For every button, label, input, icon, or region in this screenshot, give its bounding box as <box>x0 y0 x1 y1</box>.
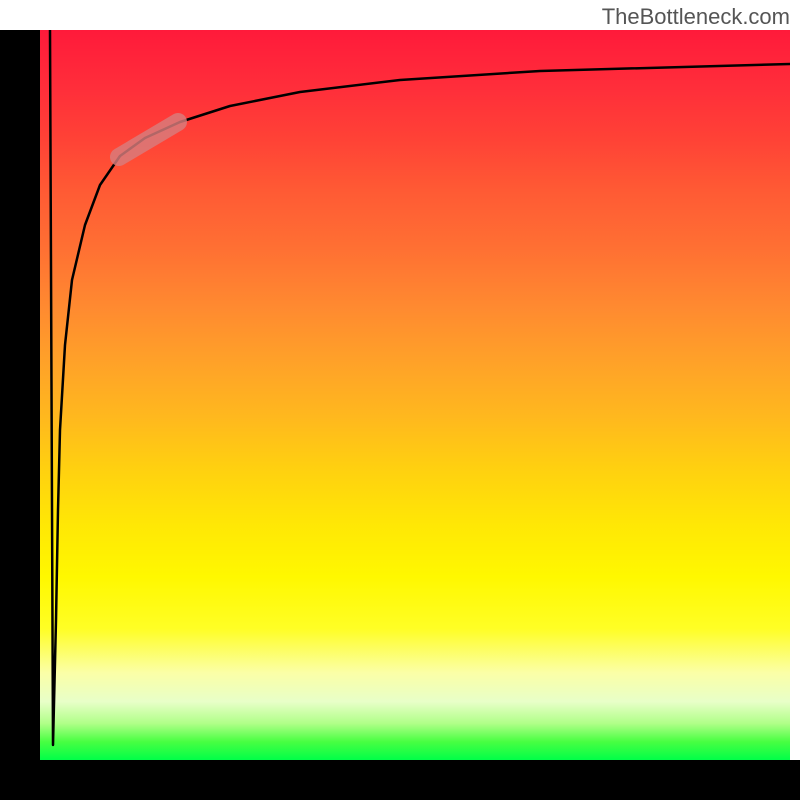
chart-curve-svg <box>40 30 790 760</box>
x-axis-bar <box>0 760 800 800</box>
y-axis-bar <box>0 30 40 760</box>
watermark-text: TheBottleneck.com <box>602 4 790 30</box>
highlight-marker <box>119 122 178 157</box>
chart-container <box>40 30 790 760</box>
